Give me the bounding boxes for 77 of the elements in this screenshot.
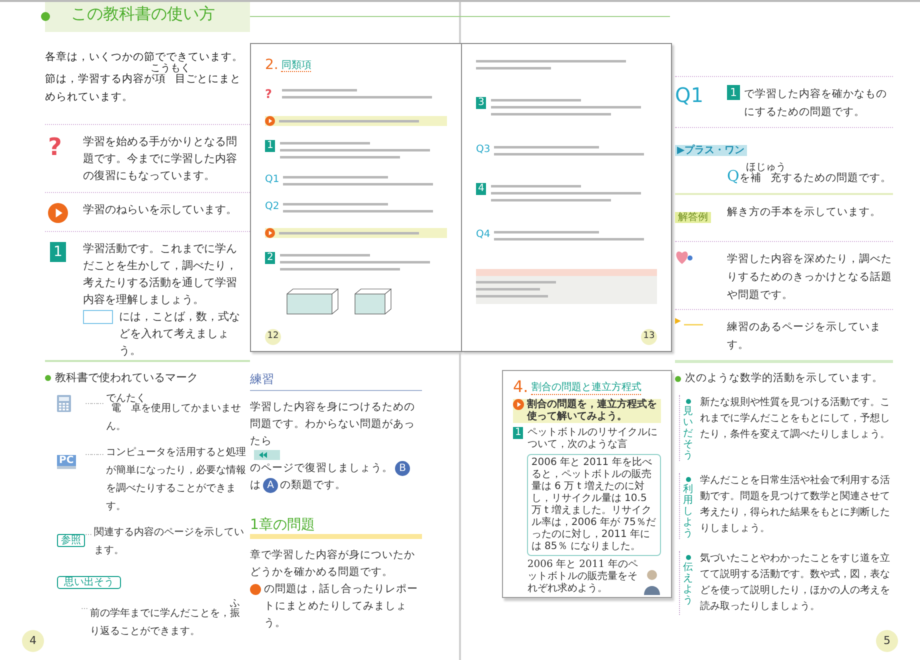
number-badge: 3 xyxy=(476,97,486,110)
description-text: には，ことば，数，式などを入れて考えましょう。 xyxy=(119,309,241,359)
description-text: 学習のねらいを示しています。 xyxy=(83,202,238,218)
description-text: 関連する内容のページを示しています。 xyxy=(94,526,245,558)
section-heading: 教科書で使われているマーク xyxy=(55,370,198,386)
answer-example-tag: 解答例 xyxy=(675,212,711,223)
plus-one-tag: ▶プラス・ワン xyxy=(675,145,747,156)
blank-box-icon xyxy=(83,310,113,324)
description-text: は xyxy=(250,478,261,493)
heart-icon xyxy=(675,250,693,265)
practice-mark-icon xyxy=(675,318,703,326)
page-number: 4 xyxy=(22,630,44,652)
bullet-icon xyxy=(686,398,690,404)
person-silhouette xyxy=(643,569,661,595)
description-text: コンピュータを活用すると処理が簡単になったり，必要な情報を調べたりすることができます。 xyxy=(106,446,246,514)
activity-label: 伝えよう xyxy=(683,562,693,606)
description-text: 気づいたことやわかったことをすじ道を立てて説明する活動です。数や式，図，表などを使って説明したり，ほかの人の考えを読み取ったりしましょう。 xyxy=(700,552,891,614)
page-number: 5 xyxy=(876,630,898,652)
description-text: 学習活動です。これまでに学んだことを生かして，調べたり，考えたりする活動を通して学習内容を理解しましょう。 xyxy=(83,241,238,308)
section-title: 割合の問題と連立方程式 xyxy=(531,382,642,395)
rewind-mark-icon xyxy=(254,450,280,460)
number-badge: 1 xyxy=(50,242,66,262)
question-label: Q2 xyxy=(265,201,279,214)
practice-heading: 練習 xyxy=(250,368,422,391)
aim-text: 割合の問題を，連立方程式を使って解いてみよう。 xyxy=(527,399,658,423)
description-text: で学習した内容を確かなものにするための問題です。 xyxy=(744,87,888,120)
description-text: の問題は，話し合ったりレポートにまとめたりしてみましょう。 xyxy=(264,582,419,631)
play-icon xyxy=(48,203,68,223)
bullet-icon xyxy=(686,554,690,560)
problem-text: ペットボトルのリサイクルについて，次のような言 xyxy=(527,427,658,451)
description-text: の類題です。 xyxy=(280,478,346,493)
description-text: 電卓 でんたく を使用してかまいません。 xyxy=(106,392,242,434)
activity-label: 利用しよう xyxy=(683,484,693,539)
chapter-problems-heading: 1章の問題 xyxy=(250,516,422,539)
section-heading: 次のような数学的活動を示しています。 xyxy=(685,371,883,386)
description-text: のページで復習しましょう。 xyxy=(250,461,393,476)
number-badge: 4 xyxy=(476,182,486,195)
question-label: Q4 xyxy=(476,229,490,242)
section-number: 4. xyxy=(513,379,528,395)
play-icon xyxy=(265,228,275,238)
bullet-icon xyxy=(675,376,681,382)
number-badge: 1 xyxy=(265,140,276,152)
reference-tag: 参照 xyxy=(57,534,85,546)
play-icon xyxy=(513,399,524,410)
description-text: 前の学年までに学んだことを，振 ふ り返ることができます。 xyxy=(90,598,241,638)
number-badge: 1 xyxy=(513,427,524,439)
description-text: 学習した内容を身につけるための問題です。わからない問題があったら xyxy=(250,400,416,449)
description-text: 学習を始める手がかりとなる問題です。今までに学習した内容の復習にもなっています。 xyxy=(83,134,238,184)
description-text: 解き方の手本を示しています。 xyxy=(727,204,881,220)
circle-mark-icon xyxy=(250,584,261,595)
question-mark: ? xyxy=(265,86,273,104)
question-mark: ? xyxy=(48,135,63,159)
description-text: 章で学習した内容が身についたかどうかを確かめる問題です。 xyxy=(250,548,416,580)
page-number: 13 xyxy=(641,328,657,345)
description-text: 学んだことを日常生活や社会で利用する活動です。問題を見つけて数学と関連させて考えたり，得られた結果をもとに判断したりしましょう。 xyxy=(700,474,891,536)
bullet-icon xyxy=(45,375,51,382)
page-title: この教科書の使い方 xyxy=(71,3,215,25)
play-icon xyxy=(265,116,275,126)
question-label: Q1 xyxy=(265,174,279,186)
section-title: 同類項 xyxy=(281,61,312,72)
bullet-icon xyxy=(686,476,690,482)
description-text: 学習した内容を深めたり，調べたりするためのきっかけとなる話題や問題です。 xyxy=(727,252,893,301)
number-badge: 2 xyxy=(265,252,276,264)
pc-icon: PC xyxy=(57,454,76,468)
question-label: Q1 xyxy=(675,83,704,107)
calculator-icon xyxy=(57,394,71,412)
recall-tag: 思い出そう xyxy=(57,576,121,588)
description-text: 練習のあるページを示しています。 xyxy=(727,320,882,352)
page-number: 12 xyxy=(265,328,281,345)
number-badge: 1 xyxy=(727,85,740,100)
question-label: Q3 xyxy=(476,144,490,156)
info-box: 2006 年と 2011 年を比べると，ペットボトルの販売量は 6 万 t 増えたのに対し，リサイクル量は 10.5 万 t 増えました。リサイクル率は，2006 年が 75％だったのに対し，2011 年には 85％ になりました。 xyxy=(527,454,661,556)
activity-label: 見いだそう xyxy=(683,406,693,461)
problem-text: 2006 年と 2011 年のペットボトルの販売量をそれぞれ求めよう。 xyxy=(527,559,639,595)
description-text: 新たな規則や性質を見つける活動です。これまでに学んだことをもとにして，予想したり，条件を変えて調べたりしましょう。 xyxy=(700,396,891,442)
intro-text: 各章は，いくつかの節でできています。節は，学習する内容が項目 こうもく ごとにまとめられています。 xyxy=(45,50,244,105)
section-number: 2. xyxy=(265,58,278,72)
